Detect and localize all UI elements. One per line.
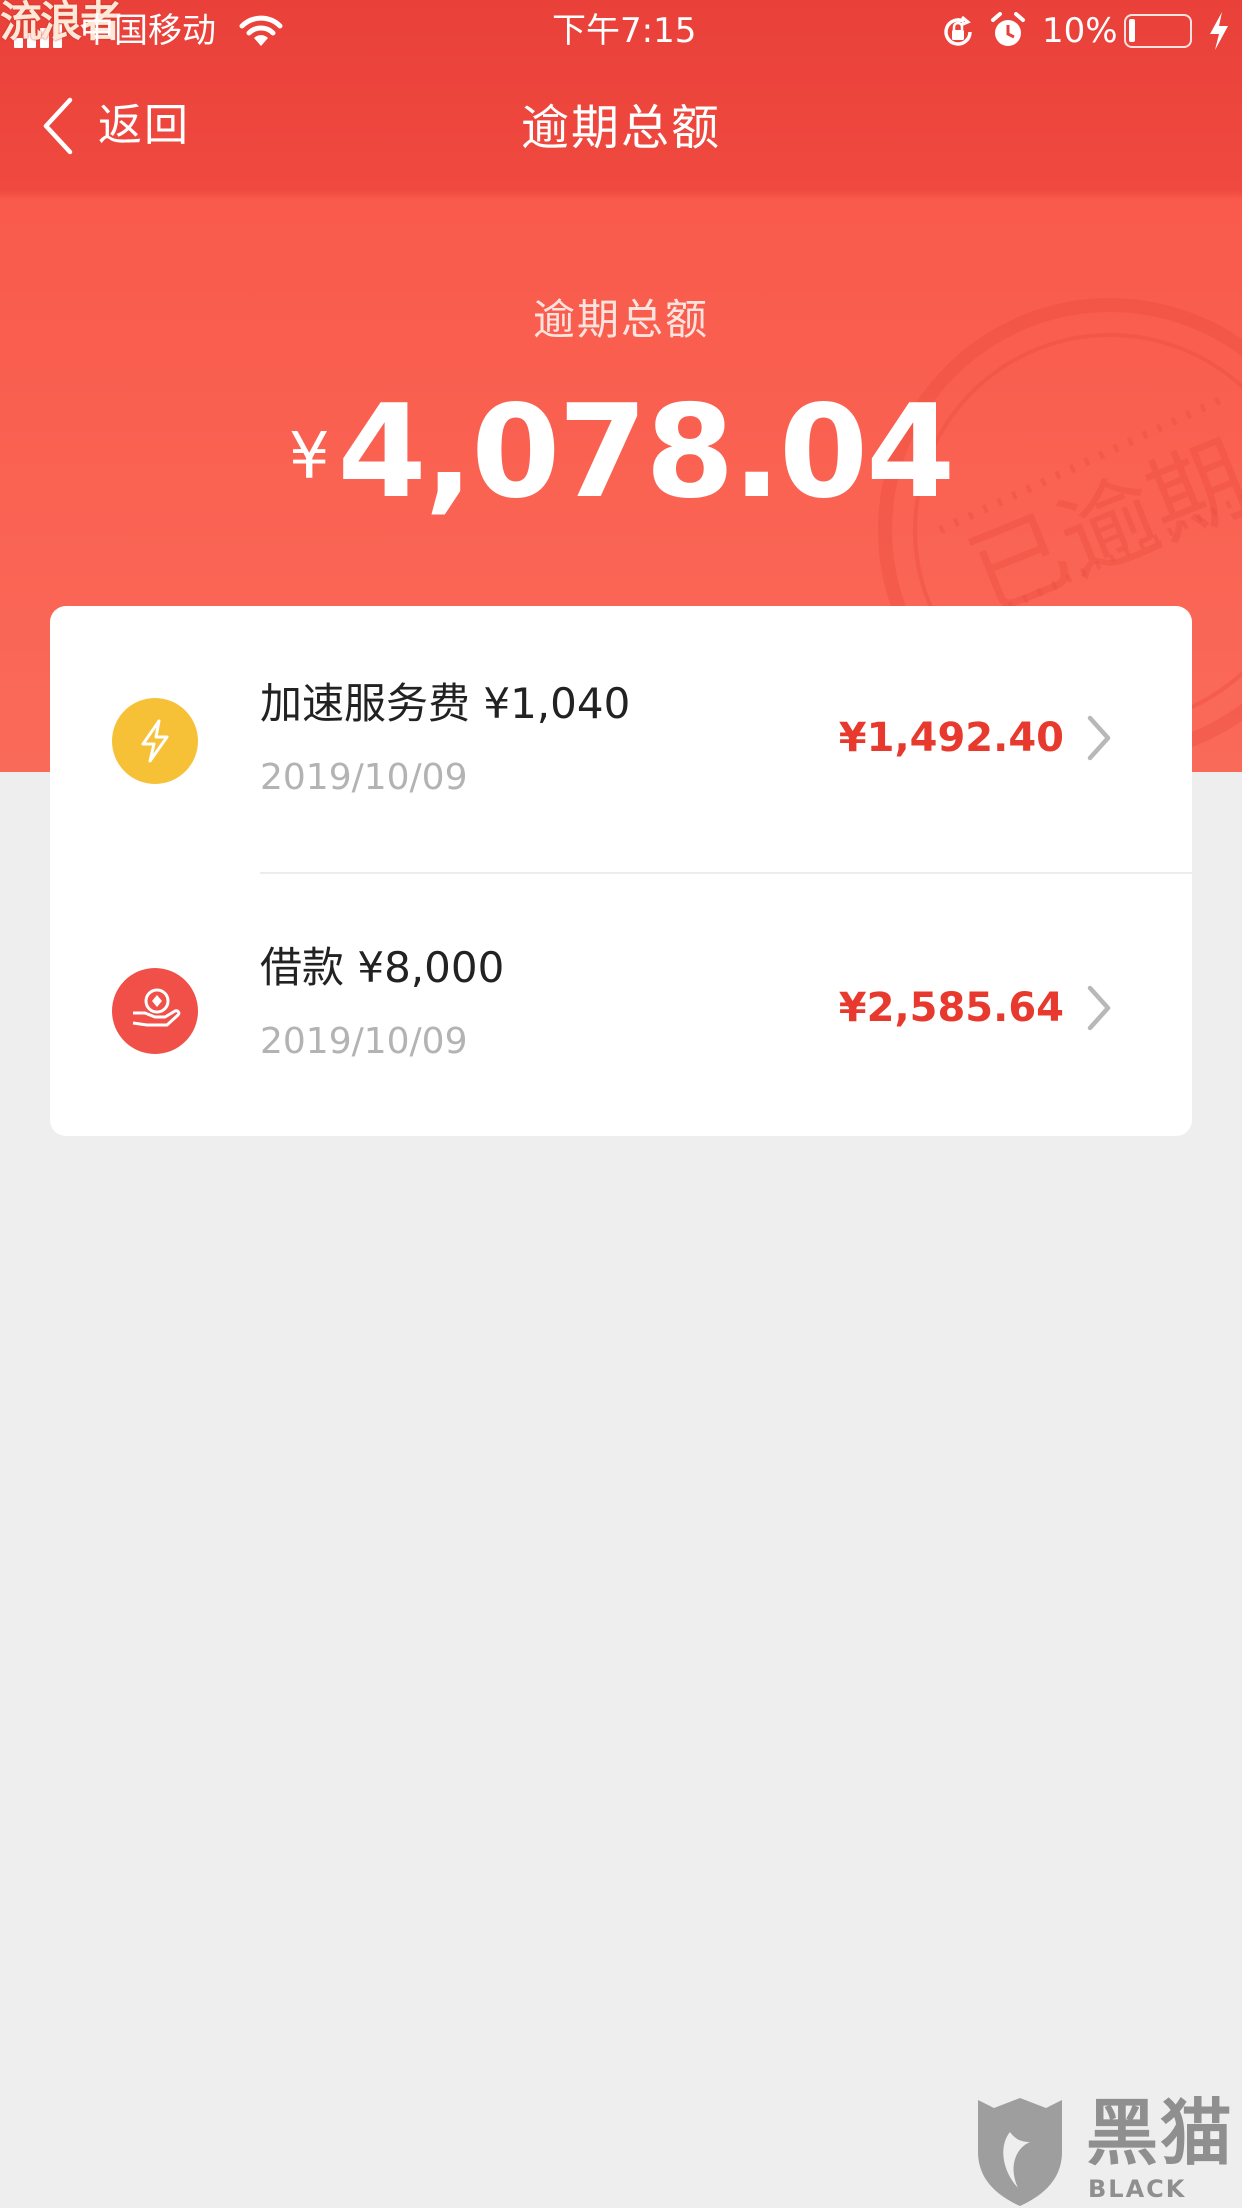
black-cat-watermark: 黑猫 BLACK CAT: [970, 2092, 1242, 2208]
list-item-service-fee[interactable]: 加速服务费 ¥1,040 2019/10/09 ¥1,492.40: [50, 606, 1192, 872]
list-item-loan[interactable]: 借款 ¥8,000 2019/10/09 ¥2,585.64: [50, 872, 1192, 1138]
charging-icon: [1210, 12, 1228, 50]
total-overdue-amount: ¥4,078.04: [0, 378, 1242, 527]
total-overdue-label: 逾期总额: [532, 295, 709, 344]
item-amount: ¥1,492.40: [838, 715, 1064, 761]
item-date: 2019/10/09: [260, 757, 468, 798]
amount-value: 4,078.04: [337, 378, 956, 527]
item-amount: ¥2,585.64: [838, 985, 1064, 1031]
page-title: 逾期总额: [520, 100, 721, 156]
chevron-right-icon: [1087, 985, 1111, 1031]
battery-percent: 10%: [1042, 11, 1118, 51]
lightning-icon: [112, 698, 198, 784]
watermark-brand-cn: 黑猫: [1086, 2091, 1235, 2175]
carrier-label: 中国移动: [80, 11, 216, 51]
battery-icon: [1124, 14, 1192, 48]
item-title: 借款 ¥8,000: [260, 943, 505, 992]
hand-coin-icon: [112, 968, 198, 1054]
overdue-items-card: 加速服务费 ¥1,040 2019/10/09 ¥1,492.40 借款 ¥8,…: [50, 606, 1192, 1136]
currency-symbol: ¥: [288, 420, 330, 494]
overdue-total-page: 已逾期 流浪者 中国移动 下午7:15 10% 返回 逾期总额 逾期总额 ¥4,…: [0, 0, 1242, 2208]
clock-label: 下午7:15: [552, 11, 697, 51]
chevron-right-icon: [1087, 715, 1111, 761]
rotation-lock-icon: [944, 15, 972, 46]
watermark-brand-en: BLACK CAT: [1088, 2175, 1187, 2208]
item-title: 加速服务费 ¥1,040: [260, 679, 631, 728]
alarm-icon: [991, 12, 1025, 46]
status-bar: 流浪者 中国移动 下午7:15 10%: [0, 0, 1242, 62]
wifi-icon: [239, 15, 283, 46]
navigation-bar: 返回 逾期总额: [0, 62, 1242, 190]
item-date: 2019/10/09: [260, 1021, 468, 1062]
cat-shield-icon: [978, 2098, 1062, 2206]
